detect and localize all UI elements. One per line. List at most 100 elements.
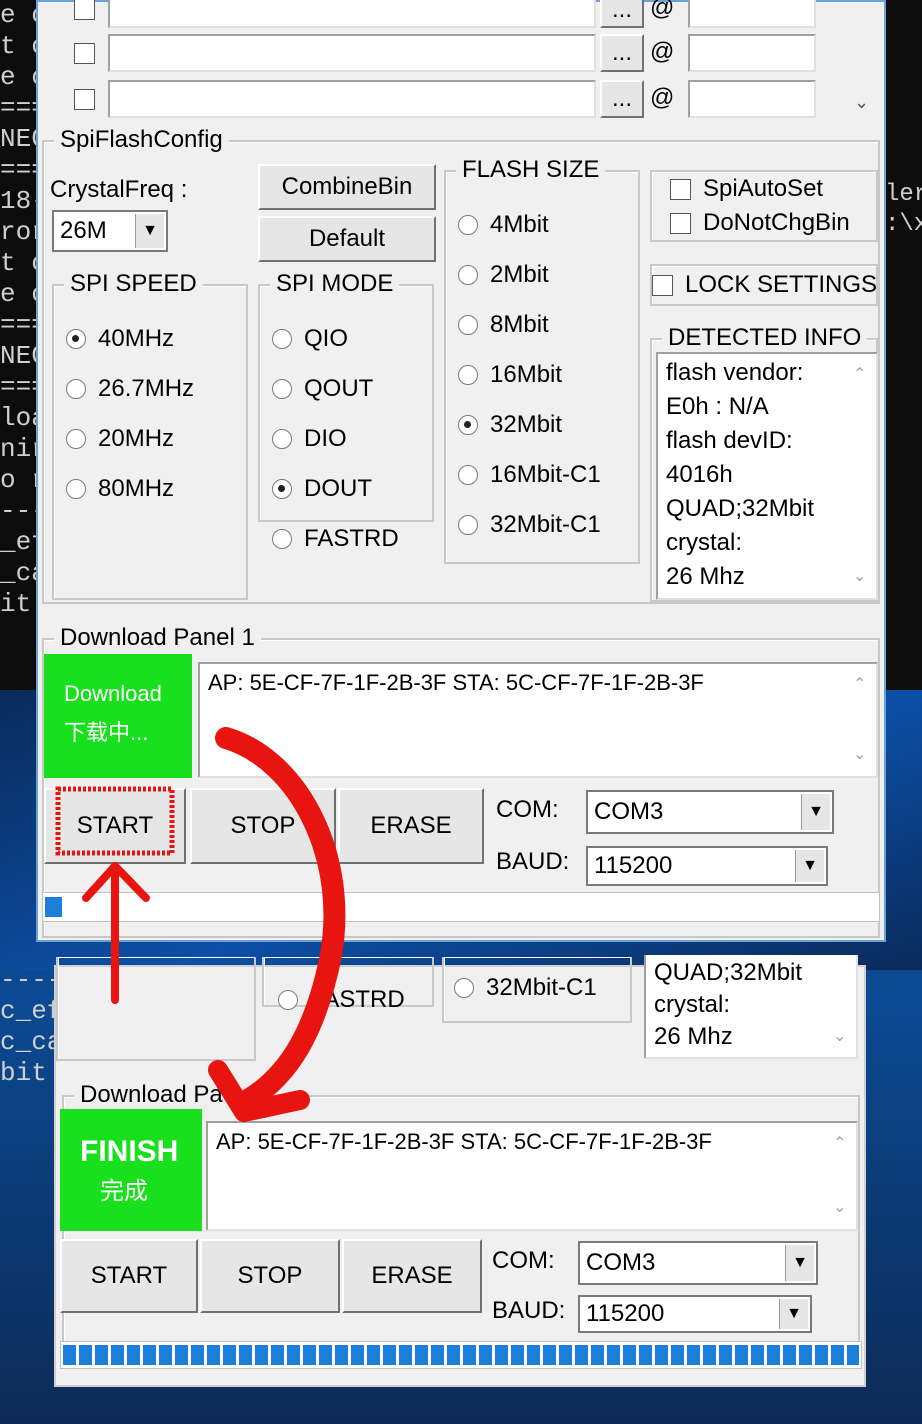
radio-mode-fastrd[interactable]: FASTRD <box>272 524 399 554</box>
file-row-checkbox[interactable] <box>74 0 107 24</box>
radio-speed-40mhz[interactable]: 40MHz <box>66 324 174 354</box>
radio-mode-qout[interactable]: QOUT <box>272 374 373 404</box>
scroll-up-icon[interactable]: ⌃ <box>833 1127 846 1161</box>
spi-auto-set-checkbox[interactable]: SpiAutoSet <box>670 174 823 204</box>
com-port-select[interactable]: COM3 ▼ <box>578 1241 818 1285</box>
radio-mode-dio[interactable]: DIO <box>272 424 347 454</box>
console-line: NEC <box>0 124 40 154</box>
radio-flash-2mbit[interactable]: 2Mbit <box>458 260 549 290</box>
chevron-down-icon[interactable]: ▼ <box>135 214 164 248</box>
baud-rate-select[interactable]: 115200 ▼ <box>586 846 828 886</box>
erase-button[interactable]: ERASE <box>338 788 484 864</box>
crystal-freq-select[interactable]: 26M ▼ <box>52 210 168 252</box>
scroll-down-icon[interactable]: ⌄ <box>853 560 866 594</box>
radio-speed-20mhz[interactable]: 20MHz <box>66 424 174 454</box>
default-label: Default <box>308 225 386 252</box>
stop-button[interactable]: STOP <box>200 1239 340 1313</box>
crystal-freq-value: 26M <box>60 217 107 244</box>
detected-info-text[interactable]: QUAD;32Mbit crystal: 26 Mhz ⌄ <box>644 955 858 1059</box>
start-button[interactable]: START <box>60 1239 198 1313</box>
file-path-input[interactable] <box>108 0 596 28</box>
mac-info-scrollbar[interactable]: ⌃ ⌄ <box>846 664 876 776</box>
mac-info-text[interactable]: AP: 5E-CF-7F-1F-2B-3F STA: 5C-CF-7F-1F-2… <box>198 662 878 778</box>
file-path-input[interactable] <box>108 34 596 72</box>
combine-bin-button[interactable]: CombineBin <box>258 164 436 210</box>
radio-flash-16mbitc1[interactable]: 16Mbit-C1 <box>458 460 601 490</box>
console-line: === <box>0 93 40 123</box>
radio-fastrd[interactable]: FASTRD <box>278 985 405 1015</box>
chevron-down-icon[interactable]: ▼ <box>779 1299 808 1329</box>
erase-button[interactable]: ERASE <box>342 1239 482 1313</box>
address-input[interactable] <box>688 34 816 72</box>
detected-info-scrollbar[interactable]: ⌃ ⌄ <box>846 354 876 598</box>
com-label: COM: <box>496 796 559 823</box>
radio-32mbit-c1[interactable]: 32Mbit-C1 <box>454 973 597 1003</box>
browse-button[interactable]: ... <box>600 34 644 72</box>
baud-rate-select[interactable]: 115200 ▼ <box>578 1295 812 1333</box>
crystal-freq-label: CrystalFreq : <box>50 176 188 203</box>
console-text-left-lower: ---- c_ef c_ca bit <box>0 965 58 1145</box>
mode-label: FASTRD <box>304 525 399 552</box>
console-text-left: e ct ce c===NEC===18-rort ce c===NEC===l… <box>0 0 40 660</box>
detected-info-line: QUAD;32Mbit <box>666 495 815 522</box>
radio-flash-4mbit[interactable]: 4Mbit <box>458 210 549 240</box>
detected-info-scrollbar[interactable]: ⌄ <box>826 955 856 1057</box>
radio-circle-icon <box>458 265 478 285</box>
lock-settings-checkbox[interactable]: LOCK SETTINGS <box>652 270 877 300</box>
browse-button[interactable]: ... <box>600 0 644 28</box>
scroll-up-icon[interactable]: ⌃ <box>853 358 866 392</box>
address-input[interactable] <box>688 80 816 118</box>
flash-label: 4Mbit <box>490 211 549 238</box>
radio-mode-qio[interactable]: QIO <box>272 324 348 354</box>
mac-info: AP: 5E-CF-7F-1F-2B-3F STA: 5C-CF-7F-1F-2… <box>216 1129 712 1154</box>
flash-tool-window-finished: FASTRD 32Mbit-C1 QUAD;32Mbit crystal: 26 M… <box>54 955 866 1387</box>
radio-flash-8mbit[interactable]: 8Mbit <box>458 310 549 340</box>
status-en: FINISH <box>80 1135 179 1168</box>
mode-label: QOUT <box>304 375 374 402</box>
chevron-down-icon[interactable]: ▼ <box>785 1245 814 1281</box>
flash-label: 8Mbit <box>490 311 549 338</box>
mac-info-text[interactable]: AP: 5E-CF-7F-1F-2B-3F STA: 5C-CF-7F-1F-2… <box>206 1121 858 1231</box>
radio-mode-dout[interactable]: DOUT <box>272 474 372 504</box>
status-cn: 下载中... <box>64 720 149 745</box>
stop-button[interactable]: STOP <box>190 788 336 864</box>
scroll-down-icon[interactable]: ⌄ <box>833 1191 846 1225</box>
browse-label: ... <box>611 85 632 112</box>
scroll-up-icon[interactable]: ⌃ <box>853 668 866 702</box>
file-row-checkbox[interactable] <box>74 84 107 114</box>
default-button[interactable]: Default <box>258 216 436 262</box>
console-line: :\x <box>885 211 922 238</box>
console-line: === <box>0 310 40 340</box>
radio-circle-icon <box>272 529 292 549</box>
file-row-checkbox[interactable] <box>74 38 107 68</box>
mode-label: FASTRD <box>310 986 405 1013</box>
do-not-chg-bin-checkbox[interactable]: DoNotChgBin <box>670 208 850 238</box>
scroll-down-icon[interactable]: ⌄ <box>833 1021 846 1053</box>
radio-speed-267mhz[interactable]: 26.7MHz <box>66 374 194 404</box>
radio-circle-icon <box>66 329 86 349</box>
browse-button[interactable]: ... <box>600 80 644 118</box>
radio-flash-32mbit[interactable]: 32Mbit <box>458 410 562 440</box>
start-button[interactable]: START <box>44 788 186 864</box>
flash-label: 32Mbit <box>490 411 563 438</box>
mac-info-scrollbar[interactable]: ⌃ ⌄ <box>826 1123 856 1229</box>
chevron-down-icon[interactable]: ▼ <box>795 850 824 882</box>
speed-label: 40MHz <box>98 325 175 352</box>
detected-info-text[interactable]: flash vendor: E0h : N/A flash devID: 4016h Q… <box>656 352 878 600</box>
radio-flash-16mbit[interactable]: 16Mbit <box>458 360 562 390</box>
radio-circle-icon <box>66 379 86 399</box>
spi-speed-title: SPI SPEED <box>64 270 203 298</box>
file-path-input[interactable] <box>108 80 596 118</box>
radio-flash-32mbitc1[interactable]: 32Mbit-C1 <box>458 510 601 540</box>
radio-speed-80mhz[interactable]: 80MHz <box>66 474 174 504</box>
at-label: @ <box>650 0 675 21</box>
com-port-select[interactable]: COM3 ▼ <box>586 790 834 834</box>
detected-info-line: 26 Mhz <box>654 1023 733 1050</box>
detected-info-line: 26 Mhz <box>666 563 745 590</box>
chevron-down-icon[interactable]: ▼ <box>801 794 830 830</box>
scroll-down-icon[interactable]: ⌄ <box>854 92 869 113</box>
address-input[interactable] <box>688 0 816 28</box>
scroll-down-icon[interactable]: ⌄ <box>853 738 866 772</box>
detected-info-title: DETECTED INFO <box>662 324 868 352</box>
mac-info: AP: 5E-CF-7F-1F-2B-3F STA: 5C-CF-7F-1F-2… <box>208 670 704 695</box>
